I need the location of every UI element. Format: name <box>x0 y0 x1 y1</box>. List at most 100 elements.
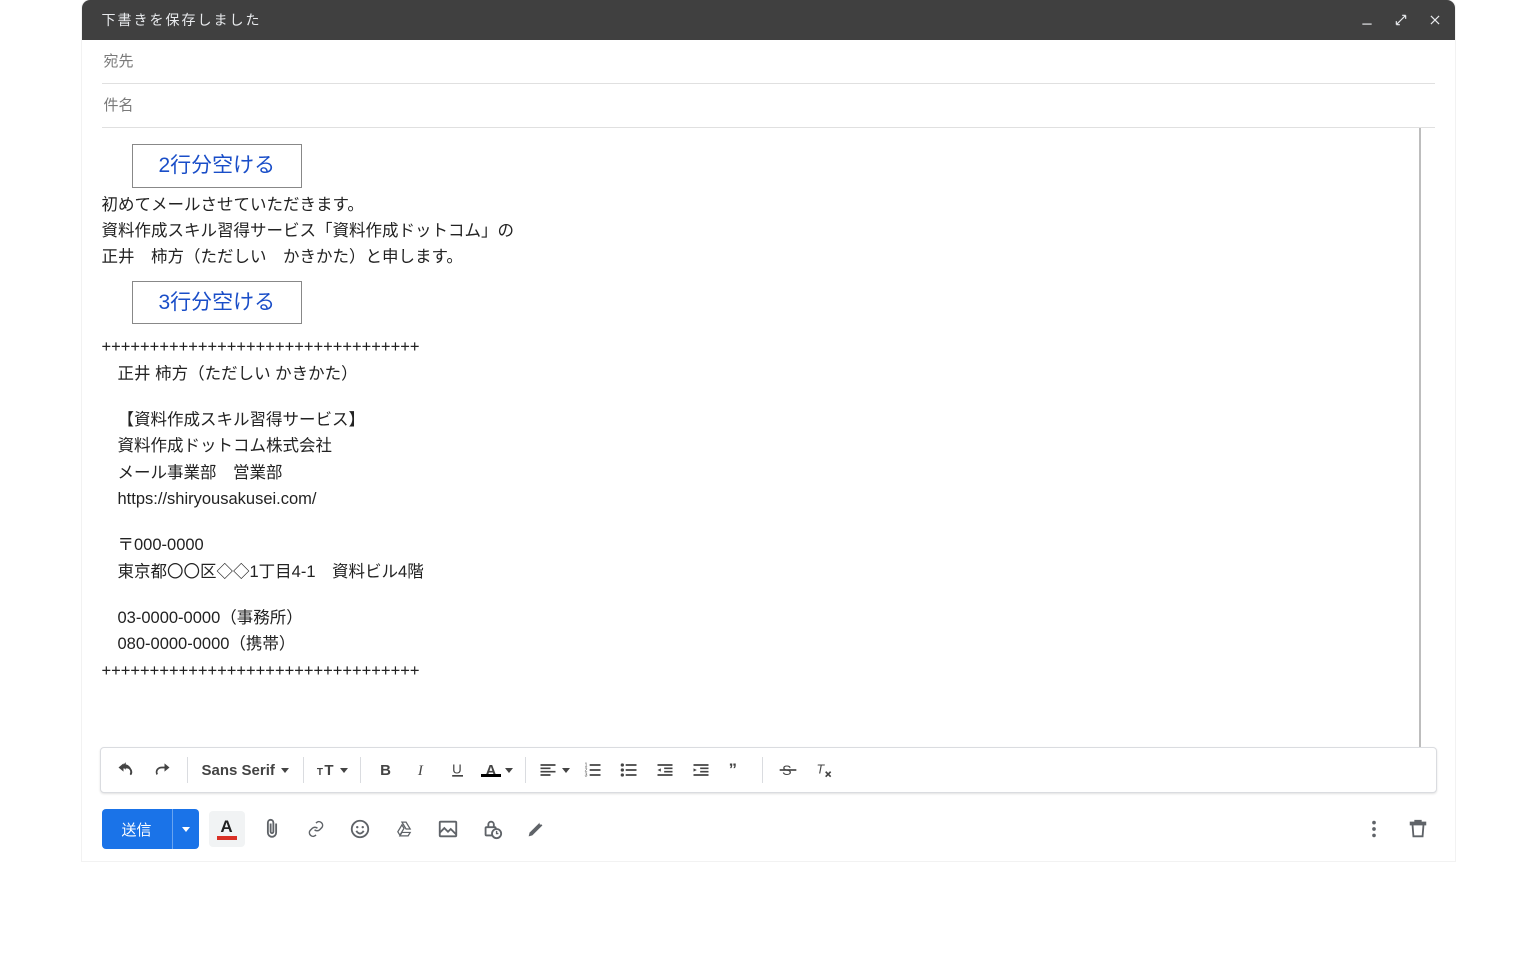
insert-photo-button[interactable] <box>431 812 465 846</box>
discard-draft-button[interactable] <box>1401 812 1435 846</box>
bullet-list-button[interactable] <box>612 752 646 788</box>
signature-divider-top: +++++++++++++++++++++++++++++++++ <box>102 334 1435 360</box>
emoji-icon <box>349 818 371 840</box>
svg-text:T: T <box>816 762 825 776</box>
pen-icon <box>525 818 547 840</box>
body-line: 正井 柿方（ただしい かきかた）と申します。 <box>102 244 1435 270</box>
close-button[interactable] <box>1427 12 1443 28</box>
font-family-picker[interactable]: Sans Serif <box>196 752 295 788</box>
minimize-icon <box>1360 13 1374 27</box>
svg-text:T: T <box>317 767 323 778</box>
svg-text:3: 3 <box>585 773 588 779</box>
indent-more-icon <box>691 760 711 780</box>
svg-text:B: B <box>380 762 391 779</box>
remove-formatting-button[interactable]: T <box>807 752 841 788</box>
insert-drive-button[interactable] <box>387 812 421 846</box>
undo-icon <box>116 760 136 780</box>
svg-text:U: U <box>452 761 462 776</box>
insert-signature-button[interactable] <box>519 812 553 846</box>
paperclip-icon <box>261 818 283 840</box>
formatting-options-button[interactable]: A <box>209 811 245 847</box>
sig-tel-mobile: 080-0000-0000（携帯） <box>118 631 1435 657</box>
minimize-button[interactable] <box>1359 12 1375 28</box>
chevron-down-icon <box>281 768 289 773</box>
font-family-label: Sans Serif <box>202 762 275 779</box>
quote-button[interactable]: ” <box>720 752 754 788</box>
numbered-list-button[interactable]: 123 <box>576 752 610 788</box>
image-icon <box>437 818 459 840</box>
svg-text:T: T <box>324 762 333 779</box>
compose-window: 下書きを保存しました 2行分空ける 初めてメールさせていただきます。 資料作成 <box>82 0 1455 861</box>
quote-icon: ” <box>727 760 747 780</box>
numbered-list-icon: 123 <box>583 760 603 780</box>
attach-file-button[interactable] <box>255 812 289 846</box>
more-vert-icon <box>1363 818 1385 840</box>
message-body[interactable]: 2行分空ける 初めてメールさせていただきます。 資料作成スキル習得サービス「資料… <box>102 140 1435 684</box>
send-button[interactable]: 送信 <box>102 809 172 849</box>
bold-icon: B <box>376 760 396 780</box>
text-format-icon: A <box>220 818 232 835</box>
insert-link-button[interactable] <box>299 812 333 846</box>
sig-name: 正井 柿方（ただしい かきかた） <box>118 361 1435 387</box>
drive-icon <box>393 818 415 840</box>
indent-less-icon <box>655 760 675 780</box>
popout-button[interactable] <box>1393 12 1409 28</box>
sig-service: 【資料作成スキル習得サービス】 <box>118 407 1435 433</box>
trash-icon <box>1407 818 1429 840</box>
send-button-group: 送信 <box>102 809 199 849</box>
strikethrough-icon: S <box>778 760 798 780</box>
insert-emoji-button[interactable] <box>343 812 377 846</box>
signature-divider-bottom: +++++++++++++++++++++++++++++++++ <box>102 658 1435 684</box>
annotation-box-2: 3行分空ける <box>132 281 303 325</box>
chevron-down-icon <box>505 768 513 773</box>
link-icon <box>305 818 327 840</box>
sig-address: 東京都〇〇区◇◇1丁目4-1 資料ビル4階 <box>118 559 1435 585</box>
subject-field-row <box>102 84 1435 128</box>
underline-button[interactable]: U <box>441 752 475 788</box>
indent-less-button[interactable] <box>648 752 682 788</box>
bottom-toolbar: 送信 A <box>82 797 1455 861</box>
send-options-button[interactable] <box>172 809 199 849</box>
svg-text:”: ” <box>729 760 737 779</box>
text-color-picker[interactable]: A <box>477 752 517 788</box>
font-size-picker[interactable]: TT <box>312 752 352 788</box>
sig-dept: メール事業部 営業部 <box>118 460 1435 486</box>
chevron-down-icon <box>562 768 570 773</box>
to-field-row <box>102 40 1435 84</box>
italic-icon: I <box>412 760 432 780</box>
strikethrough-button[interactable]: S <box>771 752 805 788</box>
body-scroll[interactable]: 2行分空ける 初めてメールさせていただきます。 資料作成スキル習得サービス「資料… <box>82 128 1455 747</box>
indent-more-button[interactable] <box>684 752 718 788</box>
chevron-down-icon <box>340 768 348 773</box>
svg-text:S: S <box>782 763 791 779</box>
sig-postal: 〒000-0000 <box>118 532 1435 558</box>
redo-button[interactable] <box>145 752 179 788</box>
more-options-button[interactable] <box>1357 812 1391 846</box>
redo-icon <box>152 760 172 780</box>
align-left-icon <box>538 760 558 780</box>
lock-clock-icon <box>481 818 503 840</box>
underline-icon: U <box>448 760 468 780</box>
sig-company: 資料作成ドットコム株式会社 <box>118 433 1435 459</box>
italic-button[interactable]: I <box>405 752 439 788</box>
subject-input[interactable] <box>102 96 1439 115</box>
bold-button[interactable]: B <box>369 752 403 788</box>
confidential-mode-button[interactable] <box>475 812 509 846</box>
body-right-border <box>1419 128 1455 747</box>
sig-url: https://shiryousakusei.com/ <box>118 486 1435 512</box>
title-bar: 下書きを保存しました <box>82 0 1455 40</box>
text-color-bar <box>217 836 237 840</box>
to-input[interactable] <box>102 52 1439 71</box>
body-line: 初めてメールさせていただきます。 <box>102 192 1435 218</box>
close-icon <box>1428 13 1442 27</box>
sig-tel-office: 03-0000-0000（事務所） <box>118 605 1435 631</box>
signature-block: 正井 柿方（ただしい かきかた） 【資料作成スキル習得サービス】 資料作成ドット… <box>102 361 1435 658</box>
body-line: 資料作成スキル習得サービス「資料作成ドットコム」の <box>102 218 1435 244</box>
window-title: 下書きを保存しました <box>102 10 1359 30</box>
remove-formatting-icon: T <box>814 760 834 780</box>
align-picker[interactable] <box>534 752 574 788</box>
font-size-icon: TT <box>316 760 336 780</box>
bullet-list-icon <box>619 760 639 780</box>
undo-button[interactable] <box>109 752 143 788</box>
header-fields <box>82 40 1455 128</box>
